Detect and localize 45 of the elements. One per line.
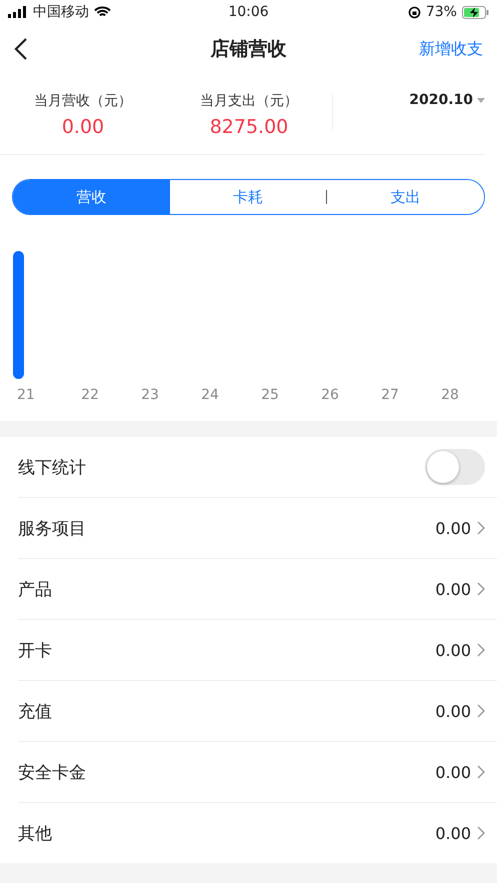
day-label: 25 <box>261 387 279 403</box>
row-value: 0.00 <box>435 518 471 538</box>
chevron-right-icon[interactable] <box>477 582 485 596</box>
row-label: 其他 <box>18 822 52 844</box>
row-label: 产品 <box>18 578 52 600</box>
day-label: 27 <box>381 387 399 403</box>
toggle-switch[interactable] <box>425 449 485 485</box>
chevron-right-icon[interactable] <box>477 765 485 779</box>
add-entry-link[interactable]: 新增收支 <box>419 38 483 60</box>
row-value: 0.00 <box>435 762 471 782</box>
month-picker[interactable]: 2020.10 <box>409 92 473 108</box>
day-label: 28 <box>441 387 459 403</box>
wifi-icon <box>94 6 111 18</box>
row-label: 开卡 <box>18 640 52 662</box>
row-value: 0.00 <box>435 580 471 598</box>
chevron-right-icon[interactable] <box>477 826 485 840</box>
row-value: 0.00 <box>435 702 471 720</box>
row-label: 线下统计 <box>18 456 86 478</box>
battery-icon <box>462 6 489 18</box>
carrier-name: 中国移动 <box>33 3 89 21</box>
battery-percent: 73% <box>426 4 457 20</box>
row-value: 0.00 <box>435 640 471 660</box>
row-label: 服务项目 <box>18 518 86 540</box>
day-label: 21 <box>17 387 35 403</box>
summary-value: 0.00 <box>62 116 104 138</box>
row-label: 安全卡金 <box>18 762 86 784</box>
dropdown-caret-icon <box>477 98 485 103</box>
chevron-right-icon[interactable] <box>477 521 485 535</box>
page-title: 店铺营收 <box>210 37 286 62</box>
day-label: 23 <box>141 387 159 403</box>
chevron-right-icon[interactable] <box>477 643 485 657</box>
back-button[interactable] <box>14 37 28 61</box>
signal-icon <box>8 6 28 18</box>
day-label: 22 <box>81 387 99 403</box>
summary-label: 当月支出（元） <box>200 92 298 110</box>
day-label: 24 <box>201 387 219 403</box>
segment-tab[interactable]: 营收 <box>13 180 170 214</box>
summary-label: 当月营收（元） <box>34 92 132 110</box>
chevron-right-icon[interactable] <box>477 704 485 718</box>
row-label: 充值 <box>18 700 52 722</box>
rotation-lock-icon <box>408 6 421 18</box>
summary-value: 8275.00 <box>210 116 288 138</box>
clock: 10:06 <box>228 4 269 20</box>
row-value: 0.00 <box>435 824 471 842</box>
day-label: 26 <box>321 387 339 403</box>
